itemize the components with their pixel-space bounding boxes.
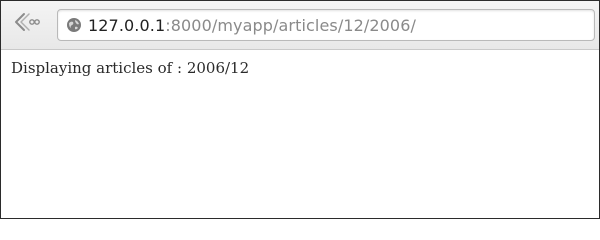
url-path: :8000/myapp/articles/12/2006/	[165, 15, 416, 35]
address-bar[interactable]: 127.0.0.1:8000/myapp/articles/12/2006/	[57, 9, 595, 41]
browser-window: 127.0.0.1:8000/myapp/articles/12/2006/ D…	[0, 0, 600, 219]
globe-icon	[66, 17, 82, 33]
address-url: 127.0.0.1:8000/myapp/articles/12/2006/	[88, 16, 416, 35]
browser-toolbar: 127.0.0.1:8000/myapp/articles/12/2006/	[1, 1, 599, 50]
back-arrow-icon	[11, 10, 41, 38]
url-host: 127.0.0.1	[88, 15, 166, 35]
back-button[interactable]	[7, 9, 45, 39]
page-content-message: Displaying articles of : 2006/12	[11, 59, 250, 77]
